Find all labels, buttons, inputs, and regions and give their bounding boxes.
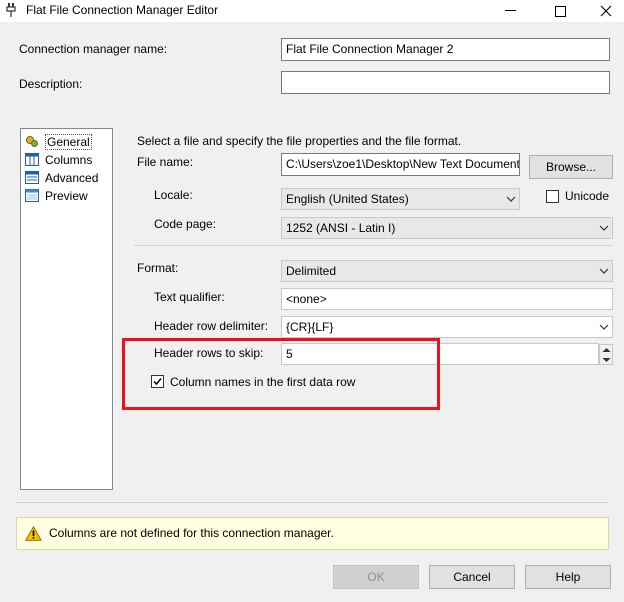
header-row-delimiter-label: Header row delimiter:: [154, 319, 269, 333]
preview-icon: [25, 189, 39, 202]
header-rows-spinner[interactable]: [599, 344, 613, 365]
nav-item-label: Advanced: [45, 170, 99, 185]
close-button[interactable]: [583, 0, 624, 22]
spin-up-icon: [602, 348, 611, 352]
general-icon: [26, 136, 38, 147]
nav-item-preview[interactable]: Preview: [25, 187, 88, 204]
minimize-icon: [504, 10, 516, 11]
chevron-down-icon: [599, 268, 609, 274]
ok-button[interactable]: OK: [333, 565, 419, 589]
footer-divider: [16, 502, 609, 503]
description-input[interactable]: [281, 71, 610, 94]
chevron-down-icon: [599, 324, 609, 330]
unicode-label: Unicode: [565, 189, 610, 203]
nav-item-general[interactable]: General: [25, 133, 92, 150]
advanced-icon: [25, 171, 39, 184]
locale-label: Locale:: [154, 188, 193, 202]
unicode-checkbox[interactable]: [546, 190, 559, 203]
warning-icon: [25, 526, 42, 541]
nav-item-label: Preview: [45, 188, 88, 203]
file-name-input[interactable]: C:\Users\zoe1\Desktop\New Text Document: [281, 153, 520, 176]
section-divider: [134, 245, 613, 246]
page-nav-list: General Columns Advanced Preview: [20, 128, 113, 490]
connection-plug-icon: [6, 3, 16, 17]
browse-button[interactable]: Browse...: [529, 155, 613, 179]
code-page-value: 1252 (ANSI - Latin I): [286, 221, 396, 235]
nav-item-label: General: [45, 133, 92, 150]
highlight-annotation: [122, 338, 440, 410]
help-button[interactable]: Help: [525, 565, 611, 589]
file-name-label: File name:: [137, 155, 194, 169]
maximize-icon: [554, 5, 566, 17]
spin-down-icon: [602, 358, 611, 362]
header-row-delimiter-select[interactable]: {CR}{LF}: [281, 316, 613, 338]
header-row-delimiter-value: {CR}{LF}: [286, 320, 334, 334]
description-label: Description:: [19, 77, 83, 91]
warning-text: Columns are not defined for this connect…: [49, 526, 334, 540]
code-page-label: Code page:: [154, 217, 217, 231]
columns-icon: [25, 153, 39, 166]
nav-item-label: Columns: [45, 152, 93, 167]
chevron-down-icon: [506, 196, 516, 202]
close-icon: [600, 5, 612, 17]
intro-text: Select a file and specify the file prope…: [137, 134, 462, 148]
maximize-button[interactable]: [537, 0, 583, 22]
connection-name-input[interactable]: Flat File Connection Manager 2: [281, 38, 610, 61]
format-value: Delimited: [286, 264, 337, 278]
cancel-button[interactable]: Cancel: [429, 565, 515, 589]
minimize-button[interactable]: [487, 0, 533, 22]
code-page-select[interactable]: 1252 (ANSI - Latin I): [281, 217, 613, 239]
text-qualifier-label: Text qualifier:: [154, 290, 225, 304]
name-label: Connection manager name:: [19, 42, 168, 56]
format-label: Format:: [137, 261, 179, 275]
title-bar: Flat File Connection Manager Editor: [0, 0, 624, 22]
locale-value: English (United States): [286, 192, 409, 206]
nav-item-advanced[interactable]: Advanced: [25, 169, 98, 186]
text-qualifier-input[interactable]: <none>: [281, 288, 613, 310]
window-title: Flat File Connection Manager Editor: [26, 3, 219, 17]
warning-bar: Columns are not defined for this connect…: [16, 517, 609, 550]
nav-item-columns[interactable]: Columns: [25, 151, 92, 168]
format-select[interactable]: Delimited: [281, 260, 613, 282]
locale-select[interactable]: English (United States): [281, 188, 520, 210]
chevron-down-icon: [599, 225, 609, 231]
